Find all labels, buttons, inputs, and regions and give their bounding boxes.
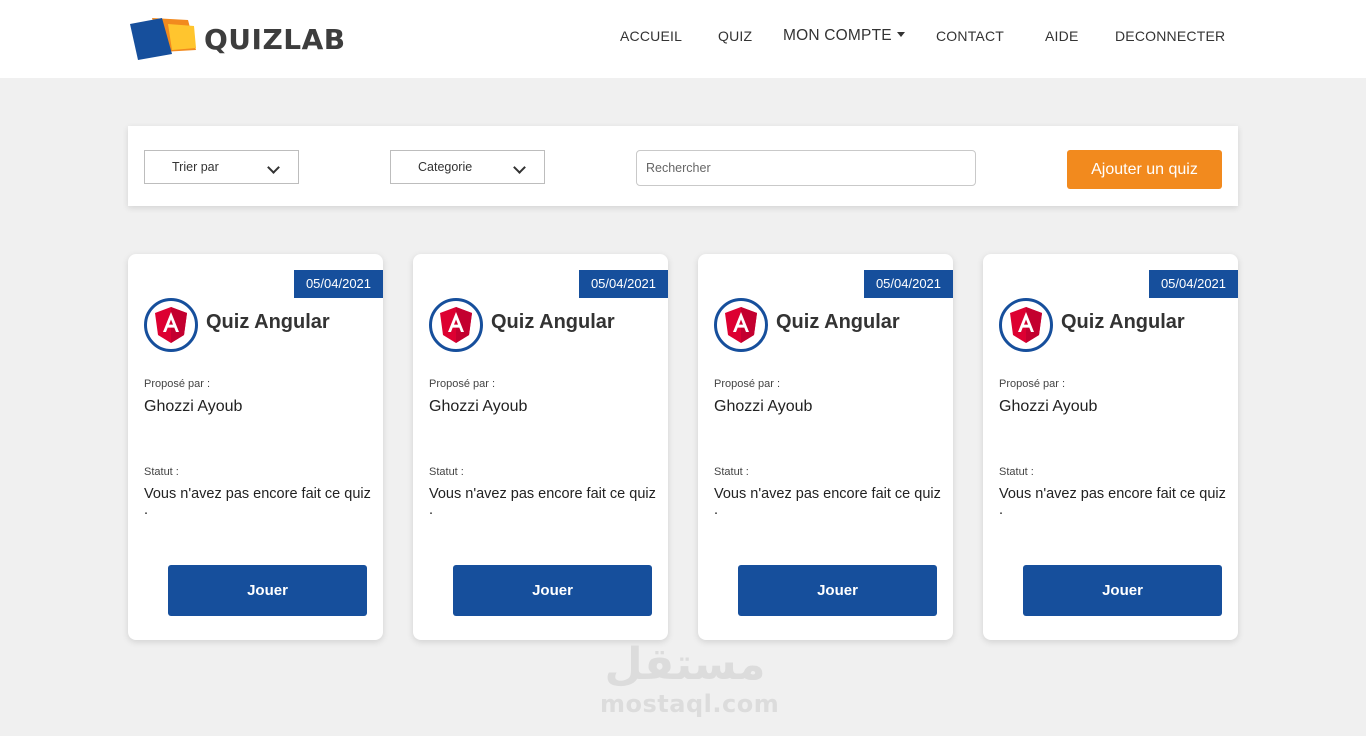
status-label: Statut : <box>144 466 179 478</box>
watermark: مستقل mostaql.com <box>600 639 780 724</box>
proposed-by-label: Proposé par : <box>999 378 1066 390</box>
play-button[interactable]: Jouer <box>453 565 652 616</box>
nav-mon-compte-label: MON COMPTE <box>783 27 892 44</box>
logo-mark-icon <box>128 16 198 62</box>
status-text: Vous n'avez pas encore fait ce quiz . <box>144 486 371 518</box>
angular-icon <box>429 298 483 352</box>
date-badge: 05/04/2021 <box>294 270 383 298</box>
proposed-by-label: Proposé par : <box>144 378 211 390</box>
nav-aide[interactable]: AIDE <box>1045 28 1078 44</box>
play-button[interactable]: Jouer <box>738 565 937 616</box>
play-button[interactable]: Jouer <box>1023 565 1222 616</box>
proposed-by-label: Proposé par : <box>714 378 781 390</box>
filter-bar: Trier par Categorie Ajouter un quiz <box>128 126 1238 206</box>
nav-deconnecter[interactable]: DECONNECTER <box>1115 28 1225 44</box>
quiz-title: Quiz Angular <box>776 311 900 333</box>
quiz-card: 05/04/2021 Quiz Angular Proposé par : Gh… <box>128 254 383 640</box>
date-badge: 05/04/2021 <box>1149 270 1238 298</box>
quiz-card: 05/04/2021 Quiz Angular Proposé par : Gh… <box>413 254 668 640</box>
watermark-latin: mostaql.com <box>600 690 780 718</box>
status-text: Vous n'avez pas encore fait ce quiz . <box>999 486 1226 518</box>
brand-name: QUIZLAB <box>204 22 346 56</box>
author-name: Ghozzi Ayoub <box>999 398 1098 415</box>
quiz-card: 05/04/2021 Quiz Angular Proposé par : Gh… <box>698 254 953 640</box>
nav-accueil[interactable]: ACCUEIL <box>620 28 682 44</box>
quiz-title: Quiz Angular <box>1061 311 1185 333</box>
add-quiz-button[interactable]: Ajouter un quiz <box>1067 150 1222 189</box>
watermark-arabic: مستقل <box>604 639 766 690</box>
status-text: Vous n'avez pas encore fait ce quiz . <box>714 486 941 518</box>
date-badge: 05/04/2021 <box>864 270 953 298</box>
nav-mon-compte[interactable]: MON COMPTE <box>783 27 905 45</box>
author-name: Ghozzi Ayoub <box>714 398 813 415</box>
sort-select-label: Trier par <box>172 160 219 174</box>
status-text: Vous n'avez pas encore fait ce quiz . <box>429 486 656 518</box>
date-badge: 05/04/2021 <box>579 270 668 298</box>
brand-logo[interactable]: QUIZLAB <box>128 16 345 62</box>
status-label: Statut : <box>429 466 464 478</box>
proposed-by-label: Proposé par : <box>429 378 496 390</box>
nav-contact[interactable]: CONTACT <box>936 28 1004 44</box>
angular-icon <box>714 298 768 352</box>
author-name: Ghozzi Ayoub <box>144 398 243 415</box>
quiz-title: Quiz Angular <box>491 311 615 333</box>
sort-select[interactable]: Trier par <box>144 150 299 184</box>
angular-icon <box>999 298 1053 352</box>
top-header: QUIZLAB ACCUEIL QUIZ MON COMPTE CONTACT … <box>0 0 1366 78</box>
chevron-down-icon <box>513 161 526 174</box>
quiz-title: Quiz Angular <box>206 311 330 333</box>
caret-down-icon <box>896 32 905 37</box>
author-name: Ghozzi Ayoub <box>429 398 528 415</box>
category-select[interactable]: Categorie <box>390 150 545 184</box>
nav-quiz[interactable]: QUIZ <box>718 28 752 44</box>
category-select-label: Categorie <box>418 160 473 174</box>
search-input[interactable] <box>636 150 976 186</box>
status-label: Statut : <box>714 466 749 478</box>
play-button[interactable]: Jouer <box>168 565 367 616</box>
chevron-down-icon <box>267 161 280 174</box>
status-label: Statut : <box>999 466 1034 478</box>
angular-icon <box>144 298 198 352</box>
quiz-card: 05/04/2021 Quiz Angular Proposé par : Gh… <box>983 254 1238 640</box>
